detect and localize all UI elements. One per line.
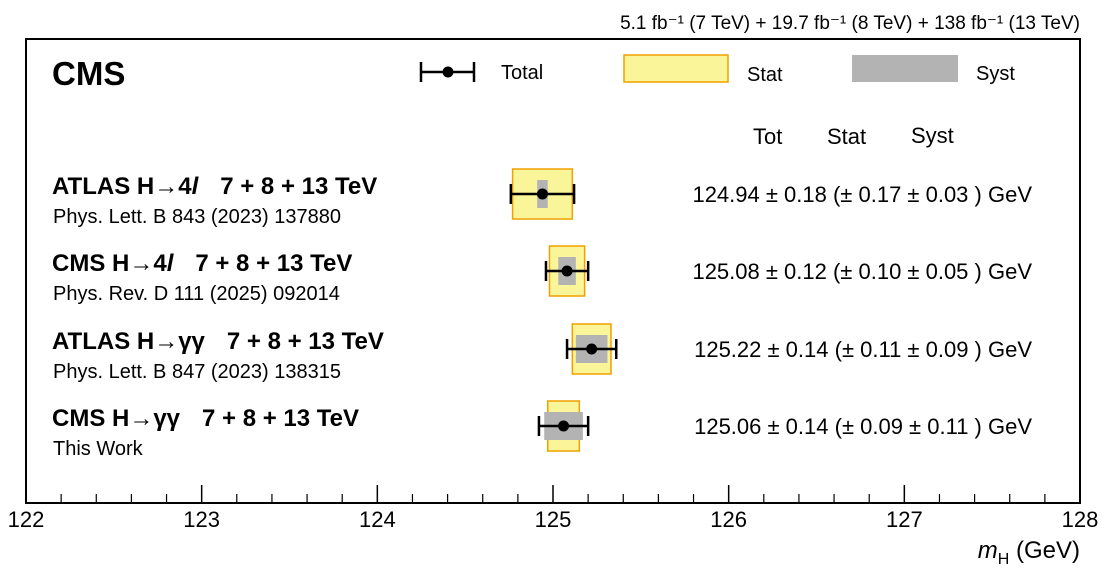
legend-total-label: Total — [501, 62, 543, 84]
x-axis-label-unit: (GeV) — [1009, 537, 1080, 564]
x-axis-label: mH (GeV) — [978, 537, 1080, 568]
measurement-value: 125.08 ± 0.12 (± 0.10 ± 0.05 ) GeV — [692, 259, 1032, 284]
measurement-row: ATLAS H→4l 7 + 8 + 13 TeV Phys. Lett. B 84… — [52, 168, 1032, 228]
measurement-name-italic: l — [192, 173, 200, 200]
x-tick-label: 123 — [183, 507, 220, 532]
legend-syst-box — [852, 55, 958, 82]
x-tick-label: 127 — [886, 507, 923, 532]
measurement-name-text: ATLAS H→4 — [52, 173, 192, 200]
x-axis: 122 123 124 125 126 127 128 — [8, 485, 1099, 532]
x-tick-label: 124 — [359, 507, 396, 532]
measurement-name-text: ATLAS H→γγ — [52, 328, 206, 355]
x-axis-label-var: m — [978, 537, 998, 564]
header-syst: Syst — [911, 123, 954, 148]
measurement-rows: ATLAS H→4l 7 + 8 + 13 TeVPhys. Lett. B 84… — [52, 168, 1032, 460]
header-tot: Tot — [753, 124, 782, 149]
measurement-row: ATLAS H→γγ 7 + 8 + 13 TeV Phys. Lett. B 84… — [52, 323, 1032, 383]
measurement-name: CMS H→γγ 7 + 8 + 13 TeV — [52, 405, 359, 432]
measurement-reference: Phys. Rev. D 111 (2025) 092014 — [53, 283, 340, 305]
measurement-name: ATLAS H→γγ 7 + 8 + 13 TeV — [52, 328, 384, 355]
measurement-value: 124.94 ± 0.18 (± 0.17 ± 0.03 ) GeV — [692, 182, 1032, 207]
x-tick-label: 126 — [710, 507, 747, 532]
measurement-name-text: CMS H→4 — [52, 250, 167, 277]
legend-total-marker — [442, 66, 454, 78]
measurement-name-italic: l — [167, 250, 175, 277]
measurement-reference: Phys. Lett. B 847 (2023) 138315 — [53, 361, 341, 383]
header-stat: Stat — [827, 124, 866, 149]
measurement-reference: This Work — [53, 438, 144, 460]
measurement-energies: 7 + 8 + 13 TeV — [195, 250, 352, 277]
legend: Total Stat Syst — [419, 54, 1015, 86]
measurement-name-text: CMS H→γγ — [52, 405, 181, 432]
legend-stat-box — [623, 54, 729, 83]
measurement-reference: Phys. Lett. B 843 (2023) 137880 — [53, 206, 341, 228]
measurement-value: 125.22 ± 0.14 (± 0.11 ± 0.09 ) GeV — [694, 337, 1032, 362]
x-tick-label: 122 — [8, 507, 45, 532]
lumi-label: 5.1 fb⁻¹ (7 TeV) + 19.7 fb⁻¹ (8 TeV) + 1… — [620, 13, 1080, 34]
measurement-energies: 7 + 8 + 13 TeV — [220, 173, 377, 200]
measurement-row: CMS H→4l 7 + 8 + 13 TeV Phys. Rev. D 111 (… — [52, 245, 1032, 305]
central-value-marker — [536, 188, 548, 200]
measurement-name: ATLAS H→4l 7 + 8 + 13 TeV — [52, 173, 377, 200]
central-value-marker — [558, 420, 570, 432]
central-value-marker — [586, 343, 598, 355]
experiment-label: CMS — [52, 55, 125, 92]
legend-stat-label: Stat — [747, 64, 783, 86]
central-value-marker — [561, 265, 573, 277]
x-tick-label: 125 — [535, 507, 572, 532]
measurement-name: CMS H→4l 7 + 8 + 13 TeV — [52, 250, 352, 277]
measurement-energies: 7 + 8 + 13 TeV — [202, 405, 359, 432]
x-tick-label: 128 — [1062, 507, 1099, 532]
measurement-value: 125.06 ± 0.14 (± 0.09 ± 0.11 ) GeV — [694, 414, 1032, 439]
legend-syst-label: Syst — [976, 63, 1015, 85]
measurement-row: CMS H→γγ 7 + 8 + 13 TeV This Work 125.06 ± … — [52, 400, 1032, 460]
x-axis-label-sub: H — [998, 551, 1010, 568]
mass-summary-chart: 5.1 fb⁻¹ (7 TeV) + 19.7 fb⁻¹ (8 TeV) + 1… — [8, 13, 1099, 568]
measurement-energies: 7 + 8 + 13 TeV — [227, 328, 384, 355]
